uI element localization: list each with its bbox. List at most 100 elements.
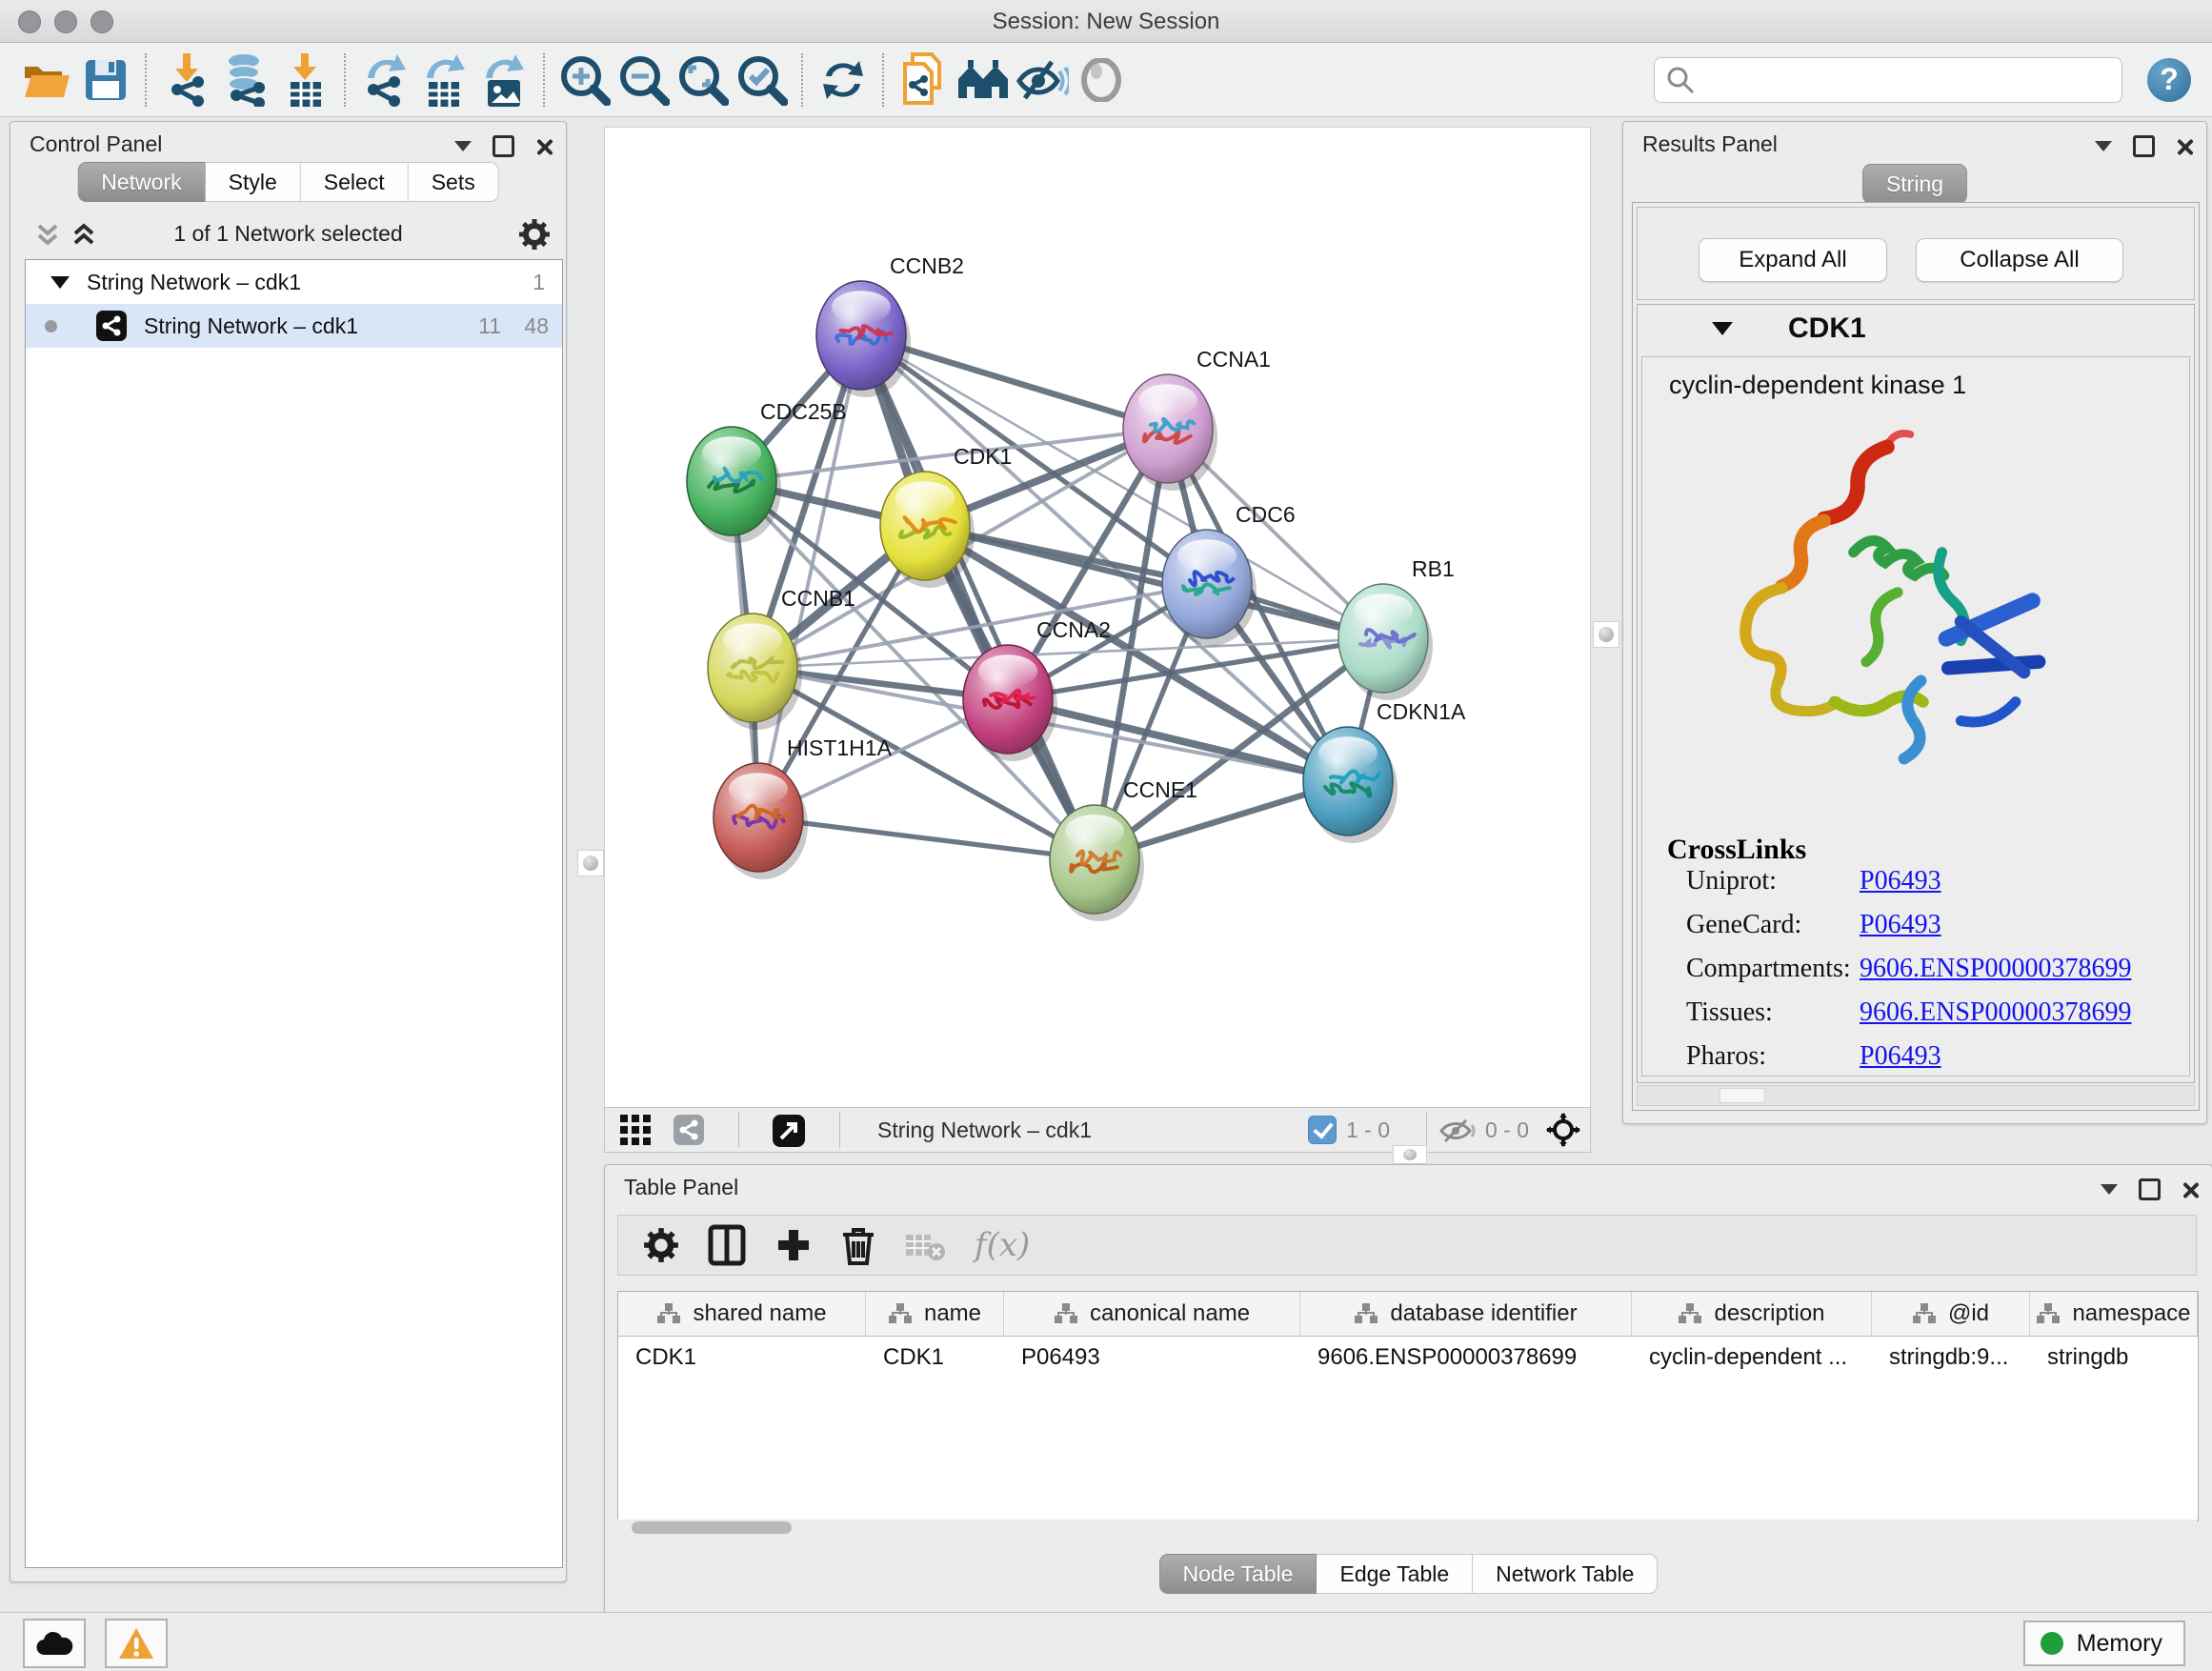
right-splitter-handle[interactable] xyxy=(1593,621,1619,648)
tab-edge-table[interactable]: Edge Table xyxy=(1317,1554,1473,1594)
panel-menu-icon[interactable] xyxy=(2101,1184,2118,1195)
table-column-header[interactable]: name xyxy=(866,1292,1004,1336)
zoom-out-button[interactable] xyxy=(614,51,674,109)
table-column-header[interactable]: namespace xyxy=(2030,1292,2198,1336)
expand-all-button[interactable]: Expand All xyxy=(1699,238,1887,282)
save-session-button[interactable] xyxy=(76,51,135,109)
column-type-icon xyxy=(1054,1302,1078,1325)
crosslink-link[interactable]: 9606.ENSP00000378699 xyxy=(1860,954,2131,984)
save-icon xyxy=(84,58,128,102)
export-image-button[interactable] xyxy=(474,51,533,109)
bottom-splitter-handle[interactable] xyxy=(1393,1145,1427,1164)
crosslink-link[interactable]: P06493 xyxy=(1860,866,1941,896)
network-collection-row[interactable]: String Network – cdk1 1 xyxy=(26,260,562,304)
grid-view-icon[interactable] xyxy=(620,1115,653,1145)
tab-network[interactable]: Network xyxy=(77,162,205,202)
tab-sets[interactable]: Sets xyxy=(409,162,499,202)
network-node-CDKN1A[interactable]: CDKN1A xyxy=(1303,699,1466,843)
gear-icon[interactable] xyxy=(518,218,551,251)
table-panel: Table Panel xyxy=(604,1164,2212,1614)
selected-checkbox[interactable] xyxy=(1308,1116,1337,1144)
search-input[interactable] xyxy=(1700,62,2114,96)
zoom-fit-button[interactable] xyxy=(674,51,733,109)
delete-column-icon[interactable] xyxy=(841,1225,875,1265)
close-panel-icon[interactable] xyxy=(2182,1181,2199,1198)
float-panel-icon[interactable] xyxy=(2133,135,2155,157)
cloud-icon xyxy=(35,1630,73,1657)
tab-select[interactable]: Select xyxy=(301,162,409,202)
tab-node-table[interactable]: Node Table xyxy=(1159,1554,1317,1594)
network-node-CCNB1[interactable]: CCNB1 xyxy=(708,586,855,730)
gene-collapse-icon[interactable] xyxy=(1712,322,1733,335)
network-node-CDC6[interactable]: CDC6 xyxy=(1162,502,1296,646)
import-table-button[interactable] xyxy=(275,51,334,109)
tab-string[interactable]: String xyxy=(1862,164,1967,204)
help-button[interactable]: ? xyxy=(2147,58,2191,102)
cloud-status-button[interactable] xyxy=(23,1619,86,1668)
refresh-view-button[interactable] xyxy=(814,51,873,109)
crosslink-link[interactable]: P06493 xyxy=(1860,910,1941,940)
network-row[interactable]: String Network – cdk1 11 48 xyxy=(26,304,562,348)
zoom-in-button[interactable] xyxy=(555,51,614,109)
crosslink-label: Uniprot: xyxy=(1686,866,1777,896)
collapse-all-button[interactable]: Collapse All xyxy=(1916,238,2123,282)
crosslink-label: Pharos: xyxy=(1686,1041,1766,1072)
results-scrollbar[interactable] xyxy=(1637,1085,2195,1106)
table-column-header[interactable]: description xyxy=(1632,1292,1872,1336)
birds-eye-view-icon[interactable] xyxy=(1546,1113,1580,1147)
show-all-button[interactable] xyxy=(1072,51,1131,109)
network-node-CCNA1[interactable]: CCNA1 xyxy=(1123,347,1271,491)
import-network-from-database-button[interactable] xyxy=(216,51,275,109)
zoom-selected-button[interactable] xyxy=(733,51,792,109)
export-network-button[interactable] xyxy=(356,51,415,109)
crosslink-row: Pharos: P06493 xyxy=(1642,1041,2189,1085)
help-glyph: ? xyxy=(2160,62,2179,97)
table-row[interactable]: CDK1CDK1P064939606.ENSP00000378699cyclin… xyxy=(618,1337,2198,1379)
open-session-button[interactable] xyxy=(17,51,76,109)
table-toolbar: f(x) xyxy=(617,1215,2197,1276)
add-column-icon[interactable] xyxy=(774,1226,813,1264)
network-edge-CDK1-RB1[interactable] xyxy=(925,526,1383,638)
network-edge-CCNB2-CCNE1[interactable] xyxy=(861,335,1095,859)
hide-selected-button[interactable] xyxy=(1013,51,1072,109)
float-panel-icon[interactable] xyxy=(2139,1178,2161,1200)
warnings-button[interactable] xyxy=(105,1619,168,1668)
panel-menu-icon[interactable] xyxy=(2095,141,2112,151)
open-in-new-window-icon[interactable] xyxy=(773,1115,805,1147)
network-canvas[interactable]: CCNB2CCNA1CDC25BCDK1CDC6RB1CCNB1CCNA2CDK… xyxy=(604,127,1591,1109)
table-column-header[interactable]: database identifier xyxy=(1300,1292,1632,1336)
show-columns-icon[interactable] xyxy=(708,1224,746,1266)
crosslink-link[interactable]: P06493 xyxy=(1860,1041,1941,1072)
table-gear-icon[interactable] xyxy=(643,1227,679,1263)
table-panel-title: Table Panel xyxy=(624,1175,738,1200)
tab-style[interactable]: Style xyxy=(206,162,301,202)
panel-menu-icon[interactable] xyxy=(454,141,472,151)
crosslink-link[interactable]: 9606.ENSP00000378699 xyxy=(1860,997,2131,1028)
first-neighbors-button[interactable] xyxy=(954,51,1013,109)
table-column-header[interactable]: shared name xyxy=(618,1292,866,1336)
import-network-button[interactable] xyxy=(157,51,216,109)
scrollbar-thumb[interactable] xyxy=(632,1521,792,1534)
node-table: shared namenamecanonical namedatabase id… xyxy=(617,1291,2199,1521)
network-node-CCNE1[interactable]: CCNE1 xyxy=(1050,777,1197,921)
network-node-HIST1H1A[interactable]: HIST1H1A xyxy=(714,735,893,879)
node-label-CDKN1A: CDKN1A xyxy=(1377,699,1466,724)
network-node-CCNB2[interactable]: CCNB2 xyxy=(816,253,964,397)
table-column-header[interactable]: canonical name xyxy=(1004,1292,1300,1336)
close-panel-icon[interactable] xyxy=(2176,138,2193,155)
table-column-header[interactable]: @id xyxy=(1872,1292,2030,1336)
network-edge-HIST1H1A-CCNE1[interactable] xyxy=(758,817,1095,859)
float-panel-icon[interactable] xyxy=(493,135,514,157)
gene-header[interactable]: CDK1 xyxy=(1638,305,2194,352)
network-share-icon[interactable] xyxy=(674,1115,704,1145)
clone-network-button[interactable] xyxy=(895,51,954,109)
network-node-RB1[interactable]: RB1 xyxy=(1338,556,1455,700)
left-splitter-handle[interactable] xyxy=(577,850,604,876)
memory-button[interactable]: Memory xyxy=(2023,1621,2185,1666)
tab-network-table[interactable]: Network Table xyxy=(1473,1554,1658,1594)
tree-expand-icon[interactable] xyxy=(50,276,70,289)
control-panel-title: Control Panel xyxy=(30,131,162,157)
close-panel-icon[interactable] xyxy=(535,138,553,155)
table-horizontal-scrollbar[interactable] xyxy=(617,1520,2197,1537)
export-table-button[interactable] xyxy=(415,51,474,109)
